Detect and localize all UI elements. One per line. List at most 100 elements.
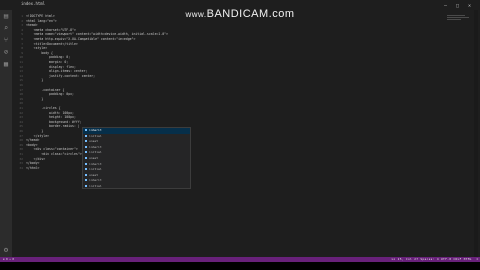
code-text[interactable]: padding: 0px; [26,92,74,96]
tab-index-html[interactable]: index.html [18,0,49,8]
code-line[interactable]: 20 [13,101,473,105]
code-text[interactable]: } [26,97,43,101]
line-number: 3 [21,23,23,28]
code-text[interactable]: height: 100px; [26,115,76,119]
code-text[interactable]: margin: 0; [26,60,68,64]
search-icon[interactable]: ⌕ [2,24,10,32]
line-number: 6 [21,37,23,41]
extensions-icon[interactable]: ▦ [2,60,10,68]
letterbox-bottom [0,262,480,270]
code-text[interactable]: <style> [26,46,47,50]
code-line[interactable]: 19 } [13,97,473,101]
property-value-icon [85,145,87,148]
code-line[interactable]: 5 <meta name="viewport" content="width=d… [13,32,473,36]
code-line[interactable]: 21 .circles { [13,106,473,110]
property-value-icon [85,134,87,137]
property-value-icon [85,156,87,159]
property-value-icon [85,168,87,171]
code-text[interactable]: <meta http-equiv="X-UA-Compatible" conte… [26,37,136,41]
property-value-icon [85,179,87,182]
code-line[interactable]: 17 .container { [13,88,473,92]
code-line[interactable]: 2 <html lang="en"> [13,19,473,23]
line-number: 29 [19,142,23,147]
line-number: 31 [19,152,23,156]
code-line[interactable]: 18 padding: 0px; [13,92,473,96]
code-text[interactable]: <head> [26,23,38,27]
code-line[interactable]: 22 width: 100px; [13,111,473,115]
property-value-icon [85,184,87,187]
code-line[interactable]: 1 <!DOCTYPE html> [13,14,473,18]
line-number: 21 [19,106,23,110]
code-text[interactable]: body { [26,51,53,55]
code-line[interactable]: 10 padding: 0; [13,55,473,59]
line-number: 11 [19,60,23,64]
code-text[interactable]: <!DOCTYPE html> [26,14,55,18]
code-text[interactable]: .container { [26,88,64,92]
suggestion-label: inherit [89,144,102,149]
property-value-icon [85,129,87,131]
code-text[interactable]: background: #fff; [26,120,82,124]
activity-bar: ▤ ⌕ ⑂ ⊘ ▦ ⚙ [0,10,12,258]
line-number: 8 [21,46,23,51]
source-control-icon[interactable]: ⑂ [2,36,10,44]
property-value-icon [85,140,87,143]
suggestion-label: inherit [89,161,102,166]
line-number: 20 [19,101,23,106]
code-line[interactable]: 24 background: #fff; [13,120,473,124]
code-text[interactable]: </html> [26,166,39,170]
vertical-scrollbar[interactable] [474,10,478,258]
files-icon[interactable]: ▤ [2,12,10,20]
property-value-icon [85,173,87,176]
code-text[interactable]: <title>Document</title> [26,42,78,46]
suggestion-label: initial [89,167,102,172]
code-text[interactable]: justify-content: center; [26,74,95,78]
suggestion-label: initial [89,183,102,188]
code-line[interactable]: 23 height: 100px; [13,115,473,119]
debug-icon[interactable]: ⊘ [2,48,10,56]
code-text[interactable]: .circles { [26,106,60,110]
code-text[interactable]: <div class="container"> [26,147,78,151]
code-text[interactable]: } [26,78,43,82]
code-text[interactable]: </div> [26,157,46,161]
autocomplete-suggestions[interactable]: inherit initial unset inherit initial unset in… [82,127,191,189]
property-value-icon [85,151,87,154]
code-line[interactable]: 11 margin: 0; [13,60,473,64]
code-text[interactable]: <meta name="viewport" content="width=dev… [26,32,168,36]
line-number: 12 [19,64,23,69]
code-line[interactable]: 3 <head> [13,23,473,27]
line-number: 28 [19,138,23,143]
line-number: 18 [19,92,23,97]
settings-icon[interactable]: ⚙ [2,246,10,254]
line-number: 25 [19,124,23,129]
code-text[interactable]: </body> [26,161,39,165]
code-line[interactable]: 14 justify-content: center; [13,74,473,78]
code-line[interactable]: 15 } [13,78,473,82]
line-number: 2 [21,18,23,23]
suggestion-label: inherit [89,128,102,132]
code-line[interactable]: 16 [13,83,473,87]
code-text[interactable]: align-items: center; [26,69,87,73]
line-number: 22 [19,110,23,115]
line-number: 1 [21,14,23,18]
code-line[interactable]: 8 <style> [13,46,473,50]
code-text[interactable]: </style> [26,134,49,138]
line-number: 17 [19,87,23,92]
code-line[interactable]: 9 body { [13,51,473,55]
code-line[interactable]: 12 display: flex; [13,65,473,69]
code-line[interactable]: 13 align-items: center; [13,69,473,73]
code-text[interactable]: display: flex; [26,65,76,69]
code-text[interactable]: padding: 0; [26,55,70,59]
code-text[interactable]: <html lang="en"> [26,19,57,23]
code-text[interactable]: border-radius: | [26,124,80,128]
code-line[interactable]: 4 <meta charset="UTF-8"> [13,28,473,32]
code-text[interactable]: width: 100px; [26,111,74,115]
code-text[interactable]: </head> [26,138,39,142]
suggestion-item[interactable]: initial [83,184,190,190]
code-line[interactable]: 6 <meta http-equiv="X-UA-Compatible" con… [13,37,473,41]
vscode-window: index.html — □ ✕ www.BANDICAM.com ▤ ⌕ ⑂ … [0,0,480,270]
code-line[interactable]: 7 <title>Document</title> [13,42,473,46]
code-text[interactable]: } [26,129,43,133]
line-number: 5 [21,32,23,37]
code-text[interactable]: <body> [26,143,38,147]
code-text[interactable]: <meta charset="UTF-8"> [26,28,76,32]
